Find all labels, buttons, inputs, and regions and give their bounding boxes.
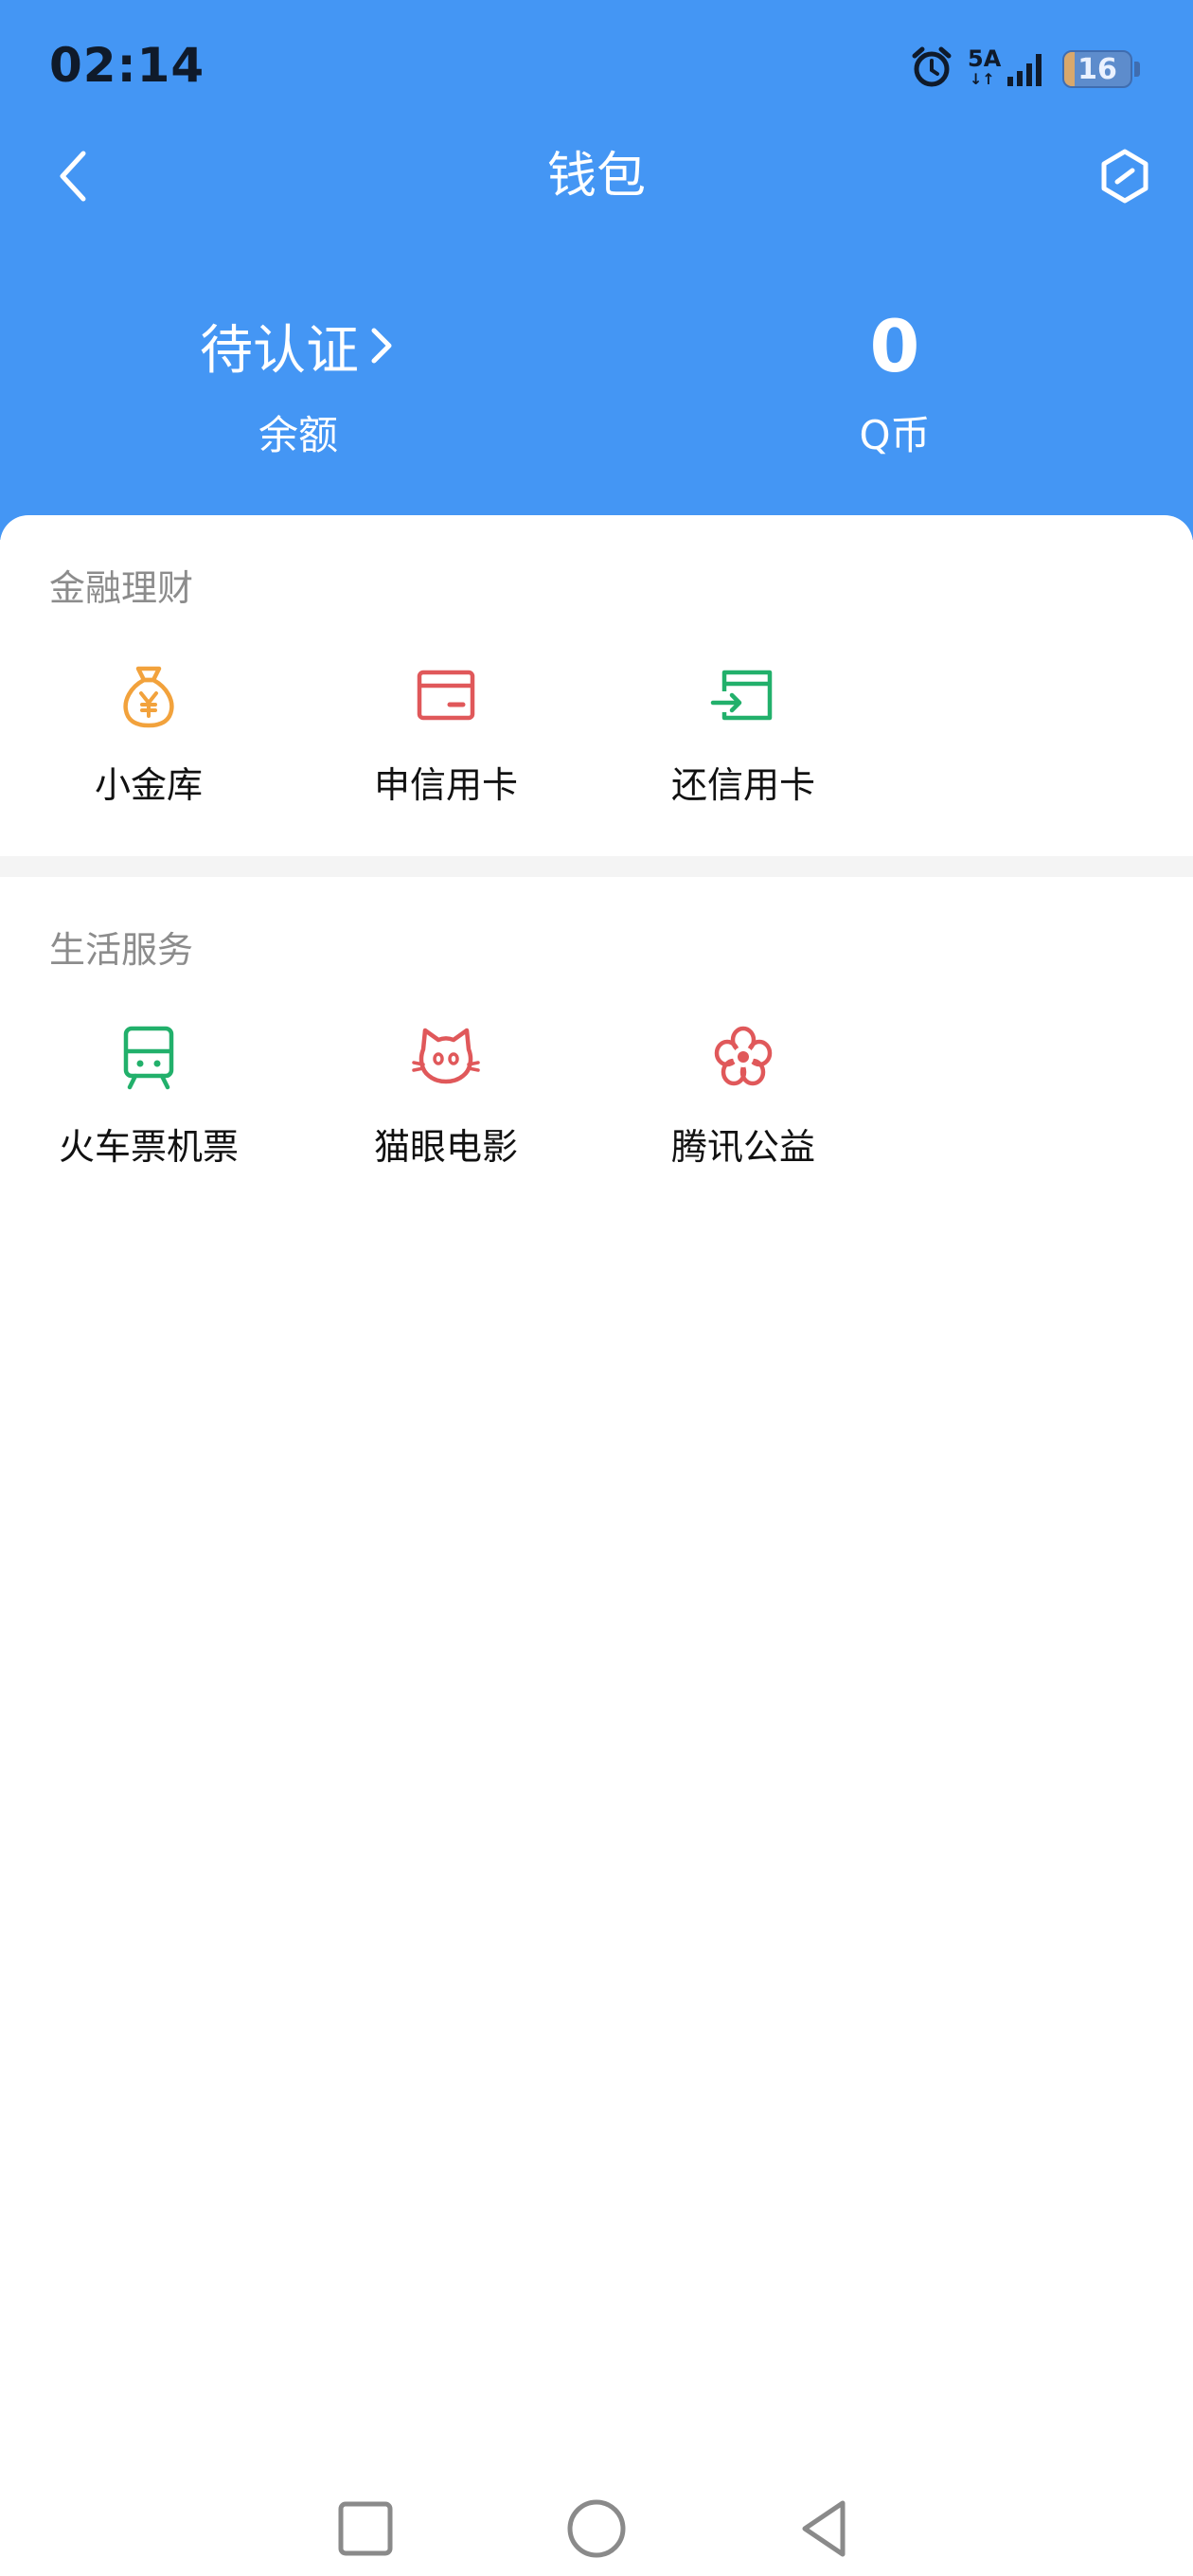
recent-apps-icon	[338, 2501, 393, 2556]
home-button[interactable]	[549, 2481, 644, 2576]
alarm-icon	[909, 45, 954, 94]
home-icon	[567, 2499, 626, 2558]
signal-icon	[1006, 46, 1049, 92]
section-title: 生活服务	[49, 929, 194, 971]
grid-item-maoyan-movies[interactable]: 猫眼电影	[297, 1021, 595, 1170]
balance-status: 待认证	[200, 319, 359, 382]
balance-label: 余额	[258, 412, 338, 458]
battery-cap	[1134, 62, 1140, 77]
status-icons: 5A ↓↑ 16	[909, 44, 1140, 95]
back-nav-button[interactable]	[776, 2481, 871, 2576]
q-coin-label: Q币	[859, 412, 931, 458]
section-divider	[0, 856, 1193, 877]
battery-icon: 16	[1062, 50, 1132, 88]
recent-apps-button[interactable]	[318, 2481, 413, 2576]
grid-item-repay-credit-card[interactable]: 还信用卡	[595, 659, 892, 808]
grid-item-train-flight-tickets[interactable]: 火车票机票	[0, 1021, 297, 1170]
grid-item-apply-credit-card[interactable]: 申信用卡	[297, 659, 595, 808]
cat-face-icon	[412, 1028, 480, 1084]
page-title: 钱包	[546, 148, 646, 205]
money-bag-icon	[123, 666, 174, 728]
grid-label: 还信用卡	[670, 764, 815, 806]
grid-item-xiaojinku[interactable]: 小金库	[0, 659, 297, 808]
status-time: 02:14	[49, 38, 205, 93]
grid-item-tencent-charity[interactable]: 腾讯公益	[595, 1021, 892, 1170]
section-title: 金融理财	[49, 567, 194, 609]
hexagon-settings-icon	[1101, 149, 1148, 204]
grid-label: 猫眼电影	[373, 1126, 518, 1168]
services-card: 金融理财 小金库 申信用卡 还信用卡 生活服务 火车票机票 猫眼电影 腾讯公益	[0, 515, 1193, 2576]
balance-verify-link[interactable]: 待认证	[200, 308, 397, 385]
back-triangle-icon	[802, 2500, 846, 2557]
train-icon	[123, 1026, 174, 1090]
system-nav-bar	[0, 2481, 1193, 2576]
q-coin-value: 0	[869, 303, 920, 388]
grid-label: 火车票机票	[58, 1126, 239, 1168]
settings-button[interactable]	[1091, 142, 1159, 210]
flower-icon	[714, 1026, 773, 1086]
grid-label: 小金库	[94, 764, 203, 806]
credit-card-icon	[417, 670, 475, 721]
wallet-header: 02:14 5A ↓↑ 16 钱包 待认证 余额 0 Q币	[0, 0, 1193, 540]
balance-summary[interactable]: 待认证 余额	[0, 303, 596, 462]
grid-label: 腾讯公益	[670, 1126, 815, 1168]
card-repay-icon	[710, 670, 773, 721]
q-coin-summary[interactable]: 0 Q币	[596, 303, 1193, 462]
chevron-right-icon	[371, 328, 392, 364]
grid-label: 申信用卡	[373, 764, 518, 806]
network-type: 5A ↓↑	[968, 45, 1002, 88]
